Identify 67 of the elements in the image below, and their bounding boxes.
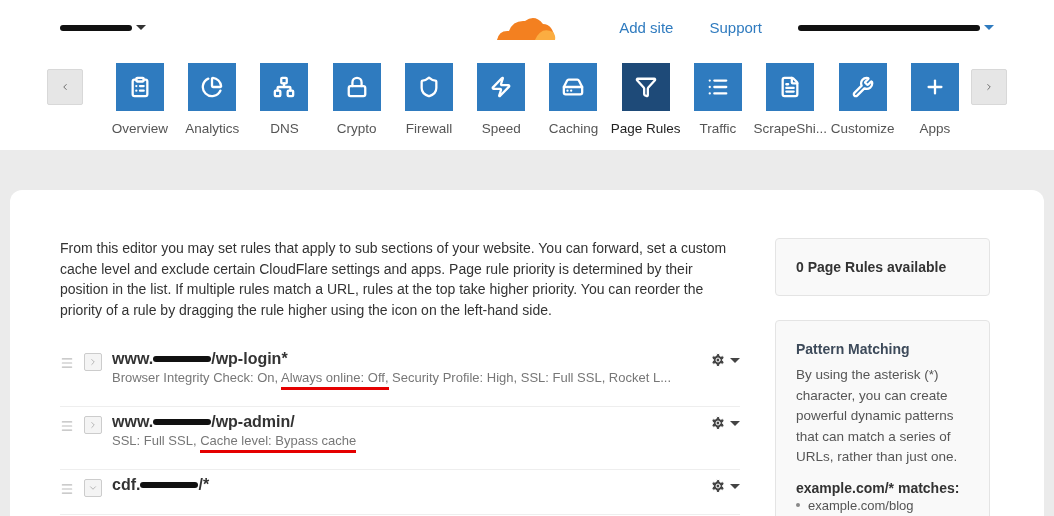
- chevron-right-icon: [88, 420, 98, 430]
- lock-icon: [345, 76, 368, 98]
- help-text: By using the asterisk (*) character, you can create powerful dynamic patterns that can match a series of URLs, rather than just one.: [796, 366, 959, 466]
- available-count: 0 Page Rules available: [796, 259, 948, 275]
- expand-toggle[interactable]: [84, 416, 102, 434]
- nav-tab[interactable]: Caching: [537, 63, 610, 136]
- match-example: example.com/blog: [808, 497, 914, 513]
- nav-tab[interactable]: Customize: [826, 63, 899, 136]
- intro-text: From this editor you may set rules that apply to sub sections of your website. You can forward, set a custom cache level and exclude certain CloudFlare settings and apps. Page rule priority is determined by their position in the list. If multiple rules match a URL, rules at the top take higher priority. You can reorder the priority of a rule by dragging the rule higher using the icon on the left-hand side.: [60, 239, 728, 320]
- caret-icon: [136, 25, 146, 30]
- nav-tab[interactable]: Page Rules: [609, 63, 682, 136]
- settings-menu-button[interactable]: [710, 415, 740, 431]
- drag-handle-icon[interactable]: [60, 482, 74, 496]
- lightning-icon: [490, 76, 513, 98]
- rule-url-path: /*: [198, 476, 210, 494]
- header-link[interactable]: Add site: [619, 19, 674, 36]
- rule-url-prefix: www.: [112, 350, 154, 368]
- expand-toggle[interactable]: [84, 353, 102, 371]
- header-link[interactable]: Support: [709, 19, 762, 36]
- wrench-icon: [851, 76, 874, 98]
- nav-tab[interactable]: DNS: [248, 63, 321, 136]
- rule-setting: Cache level: Bypass cache: [200, 433, 357, 453]
- rule-url-path: /wp-login*: [211, 350, 288, 368]
- drag-handle-icon[interactable]: [60, 419, 74, 433]
- caret-icon: [730, 357, 740, 363]
- chevron-down-icon: [88, 483, 98, 493]
- settings-menu-button[interactable]: [710, 478, 740, 494]
- redaction-mark: [60, 24, 132, 31]
- rule-setting: Always online: Off,: [281, 370, 389, 390]
- chevron-right-icon: [984, 82, 994, 92]
- rule-url-prefix: www.: [112, 413, 154, 431]
- gear-icon: [710, 415, 726, 431]
- network-icon: [273, 76, 296, 98]
- nav-tab[interactable]: Overview: [103, 63, 177, 136]
- gear-icon: [710, 352, 726, 368]
- nav-tab[interactable]: Firewall: [392, 63, 466, 136]
- list-icon: [706, 76, 729, 98]
- drive-icon: [562, 76, 585, 98]
- filter-icon: [634, 76, 657, 98]
- nav-tab[interactable]: Analytics: [176, 63, 249, 136]
- scroll-left-button[interactable]: [47, 69, 83, 105]
- drag-handle-icon[interactable]: [60, 356, 74, 370]
- chevron-right-icon: [88, 357, 98, 367]
- rule-setting: SSL: Full SSL,: [112, 433, 198, 450]
- expand-toggle[interactable]: [84, 479, 102, 497]
- nav-tab[interactable]: Speed: [465, 63, 538, 136]
- caret-icon: [984, 25, 994, 30]
- nav-tab[interactable]: ScrapeShi...: [754, 63, 827, 136]
- rule-setting: Browser Integrity Check: On,: [112, 370, 280, 387]
- nav-tab[interactable]: Apps: [898, 63, 972, 136]
- help-title: Pattern Matching: [796, 341, 911, 357]
- redaction-mark: [153, 356, 212, 362]
- pie-chart-icon: [201, 76, 224, 98]
- rule-url-path: /wp-admin/: [211, 413, 295, 431]
- caret-icon: [730, 483, 740, 489]
- settings-menu-button[interactable]: [710, 352, 740, 368]
- nav-tab[interactable]: Crypto: [320, 63, 393, 136]
- scroll-right-button[interactable]: [971, 69, 1007, 105]
- rule-url-prefix: cdf.: [112, 476, 141, 494]
- bullet-icon: [796, 503, 800, 507]
- caret-icon: [730, 420, 740, 426]
- redaction-mark: [140, 482, 199, 488]
- rule-setting: Security Profile: High, SSL: Full SSL, Rocket L...: [391, 370, 671, 387]
- nav-tab[interactable]: Traffic: [681, 63, 755, 136]
- redaction-mark: [153, 419, 212, 425]
- gear-icon: [710, 478, 726, 494]
- matches-title: example.com/* matches:: [796, 479, 961, 496]
